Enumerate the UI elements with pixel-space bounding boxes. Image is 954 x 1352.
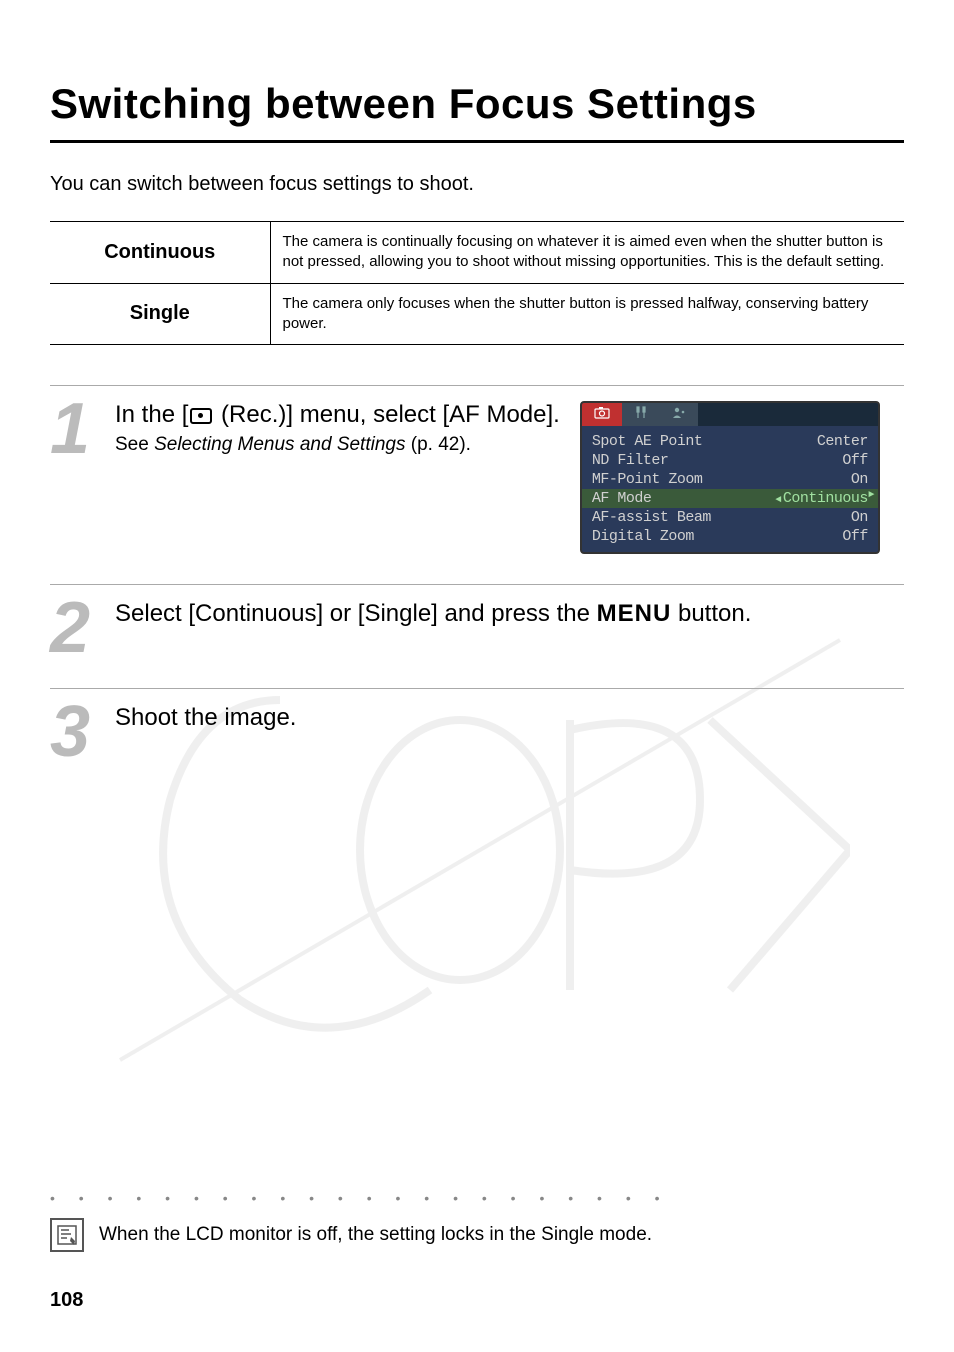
- menu-item: ND Filter Off: [592, 451, 868, 470]
- step-1: 1 In the [ (Rec.)] menu, select [AF Mode…: [50, 385, 904, 554]
- focus-settings-table: Continuous The camera is continually foc…: [50, 221, 904, 345]
- step-heading: Select [Continuous] or [Single] and pres…: [115, 600, 904, 628]
- decorative-dots: • • • • • • • • • • • • • • • • • • • • …: [50, 1190, 904, 1206]
- menu-item: Digital Zoom Off: [592, 527, 868, 546]
- profile-tab-icon: [660, 403, 698, 426]
- menu-item: Spot AE Point Center: [592, 432, 868, 451]
- step-2: 2 Select [Continuous] or [Single] and pr…: [50, 584, 904, 658]
- setting-label: Continuous: [50, 222, 270, 284]
- page-title: Switching between Focus Settings: [50, 80, 904, 143]
- menu-body: Spot AE Point Center ND Filter Off MF-Po…: [582, 426, 878, 552]
- setting-desc: The camera only focuses when the shutter…: [270, 283, 904, 345]
- step-3: 3 Shoot the image.: [50, 688, 904, 762]
- record-icon: [190, 408, 212, 424]
- info-note-block: • • • • • • • • • • • • • • • • • • • • …: [50, 1190, 904, 1252]
- menu-tabs: [582, 403, 878, 426]
- table-row: Single The camera only focuses when the …: [50, 283, 904, 345]
- step-number: 1: [50, 401, 100, 459]
- menu-button-label: MENU: [597, 600, 672, 627]
- step-number: 2: [50, 600, 100, 658]
- menu-item: AF-assist Beam On: [592, 508, 868, 527]
- menu-item: MF-Point Zoom On: [592, 470, 868, 489]
- setting-label: Single: [50, 283, 270, 345]
- step-subtext: See Selecting Menus and Settings (p. 42)…: [115, 434, 560, 456]
- intro-text: You can switch between focus settings to…: [50, 173, 904, 196]
- info-note-text: When the LCD monitor is off, the setting…: [99, 1224, 652, 1246]
- step-heading: In the [ (Rec.)] menu, select [AF Mode].: [115, 401, 560, 429]
- camera-tab-icon: [582, 403, 622, 426]
- menu-item-selected: AF Mode Continuous: [582, 489, 878, 508]
- info-icon: [50, 1218, 84, 1252]
- step-heading: Shoot the image.: [115, 704, 904, 732]
- step-number: 3: [50, 704, 100, 762]
- table-row: Continuous The camera is continually foc…: [50, 222, 904, 284]
- setting-desc: The camera is continually focusing on wh…: [270, 222, 904, 284]
- camera-menu-screenshot: Spot AE Point Center ND Filter Off MF-Po…: [580, 401, 880, 554]
- page-number: 108: [50, 1289, 83, 1312]
- tools-tab-icon: [622, 403, 660, 426]
